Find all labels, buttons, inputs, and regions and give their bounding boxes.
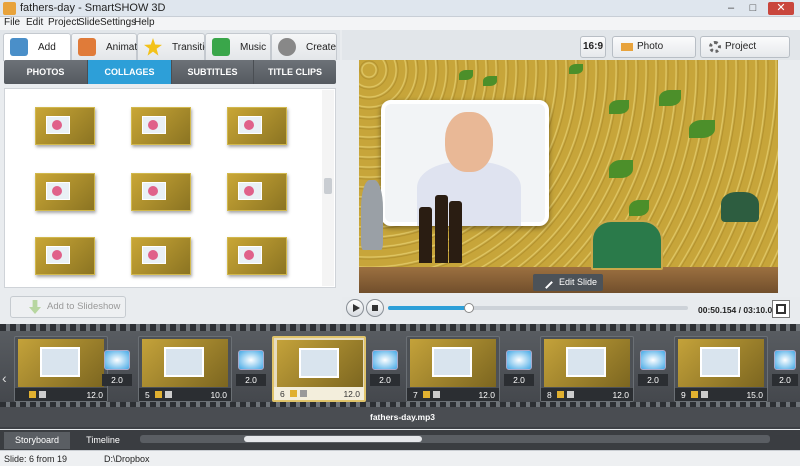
tab-transitions[interactable]: Transitions	[137, 33, 221, 60]
transition[interactable]: 2.0	[504, 350, 534, 386]
transition[interactable]: 2.0	[370, 350, 400, 386]
photo-position-button[interactable]: Photo Position	[612, 36, 696, 72]
playback-progress-fill	[388, 306, 470, 310]
transition[interactable]: 2.0	[102, 350, 132, 386]
collage-thumbnail[interactable]	[35, 173, 95, 211]
slide-7[interactable]: 7 12.0	[406, 336, 500, 402]
photo-icon	[621, 43, 633, 51]
main-tabs: Add Animation Transitions Music Create	[0, 30, 340, 61]
maximize-button[interactable]: □	[744, 2, 762, 15]
fullscreen-button[interactable]	[772, 300, 790, 318]
collage-thumbnail[interactable]	[227, 237, 287, 275]
scroll-left-icon[interactable]: ‹	[2, 370, 7, 386]
collage-thumbnail[interactable]	[131, 237, 191, 275]
close-button[interactable]: ✕	[768, 2, 794, 15]
stop-icon	[372, 305, 378, 311]
menu-file[interactable]: File	[4, 17, 20, 28]
transition[interactable]: 2.0	[638, 350, 668, 386]
transition-icon	[238, 350, 264, 370]
slide-6[interactable]: 6 12.0	[272, 336, 366, 402]
collage-thumbnail[interactable]	[35, 237, 95, 275]
storyboard-scroll-thumb[interactable]	[244, 436, 422, 442]
window-title: fathers-day - SmartSHOW 3D	[20, 2, 166, 14]
music-note-icon	[212, 38, 230, 56]
tab-music-label: Music	[240, 42, 267, 53]
tab-create[interactable]: Create	[271, 33, 337, 60]
play-button[interactable]	[346, 299, 364, 317]
collage-thumbnail[interactable]	[131, 173, 191, 211]
star-icon	[144, 38, 162, 56]
collage-thumbnail[interactable]	[35, 107, 95, 145]
fullscreen-icon	[776, 304, 786, 314]
edit-slide-button[interactable]: Edit Slide	[533, 274, 603, 291]
collage-gallery	[4, 88, 336, 288]
slide-4[interactable]: 12.0	[14, 336, 108, 402]
gallery-scroll-thumb[interactable]	[324, 178, 332, 194]
tab-animation[interactable]: Animation	[71, 33, 150, 60]
subtab-subtitles[interactable]: SUBTITLES	[172, 60, 254, 84]
tab-music[interactable]: Music	[205, 33, 271, 60]
timecode: 00:50.154 / 03:10.000	[698, 305, 782, 315]
storyboard-scrollbar[interactable]	[140, 435, 770, 443]
tab-timeline[interactable]: Timeline	[72, 432, 134, 449]
transition-icon	[506, 350, 532, 370]
aspect-ratio-button[interactable]: 16:9	[580, 36, 606, 58]
tab-create-label: Create	[306, 42, 337, 53]
menu-settings[interactable]: Settings	[100, 17, 136, 28]
collage-thumbnail[interactable]	[227, 173, 287, 211]
film-reel-icon	[278, 38, 296, 56]
sub-tabs: PHOTOS COLLAGES SUBTITLES TITLE CLIPS	[4, 60, 336, 84]
slide-8[interactable]: 8 12.0	[540, 336, 634, 402]
slide-5[interactable]: 5 10.0	[138, 336, 232, 402]
tab-add-label: Add	[38, 42, 56, 53]
menu-help[interactable]: Help	[134, 17, 155, 28]
title-bar: fathers-day - SmartSHOW 3D – □ ✕	[0, 0, 800, 17]
slide-photo	[381, 100, 549, 226]
transition-icon	[372, 350, 398, 370]
stop-button[interactable]	[366, 299, 384, 317]
app-icon	[3, 2, 16, 15]
menu-slide[interactable]: Slide	[78, 17, 100, 28]
playback-handle[interactable]	[464, 303, 474, 313]
camera-icon	[10, 38, 28, 56]
transition-icon	[640, 350, 666, 370]
project-settings-button[interactable]: Project Settings	[700, 36, 790, 72]
subtab-title-clips[interactable]: TITLE CLIPS	[254, 60, 336, 84]
status-bar: Slide: 6 from 19 D:\Dropbox	[0, 450, 800, 466]
audio-track-label: fathers-day.mp3	[370, 412, 436, 422]
menu-edit[interactable]: Edit	[26, 17, 43, 28]
menu-project[interactable]: Project	[48, 17, 79, 28]
tab-add[interactable]: Add	[3, 33, 71, 61]
tab-storyboard[interactable]: Storyboard	[4, 432, 70, 449]
collage-thumbnail[interactable]	[227, 107, 287, 145]
add-to-slideshow-label: Add to Slideshow	[47, 301, 121, 312]
palette-icon	[78, 38, 96, 56]
pencil-icon	[540, 276, 553, 289]
down-arrow-icon	[29, 300, 41, 314]
transition[interactable]: 2.0	[772, 350, 798, 386]
transition[interactable]: 2.0	[236, 350, 266, 386]
collage-thumbnail[interactable]	[131, 107, 191, 145]
slide-9[interactable]: 9 15.0	[674, 336, 768, 402]
gear-icon	[709, 41, 721, 53]
play-icon	[353, 304, 360, 312]
edit-slide-label: Edit Slide	[559, 277, 598, 287]
menu-bar: File Edit Project Slide Settings Help	[0, 17, 800, 30]
subtab-photos[interactable]: PHOTOS	[4, 60, 88, 84]
slide-counter: Slide: 6 from 19	[4, 454, 68, 464]
project-path: D:\Dropbox	[104, 454, 150, 464]
transition-icon	[104, 350, 130, 370]
subtab-collages[interactable]: COLLAGES	[88, 60, 172, 84]
minimize-button[interactable]: –	[722, 2, 740, 15]
slide-preview[interactable]	[359, 60, 778, 293]
transition-icon	[774, 350, 796, 370]
add-to-slideshow-button[interactable]: Add to Slideshow	[10, 296, 126, 318]
